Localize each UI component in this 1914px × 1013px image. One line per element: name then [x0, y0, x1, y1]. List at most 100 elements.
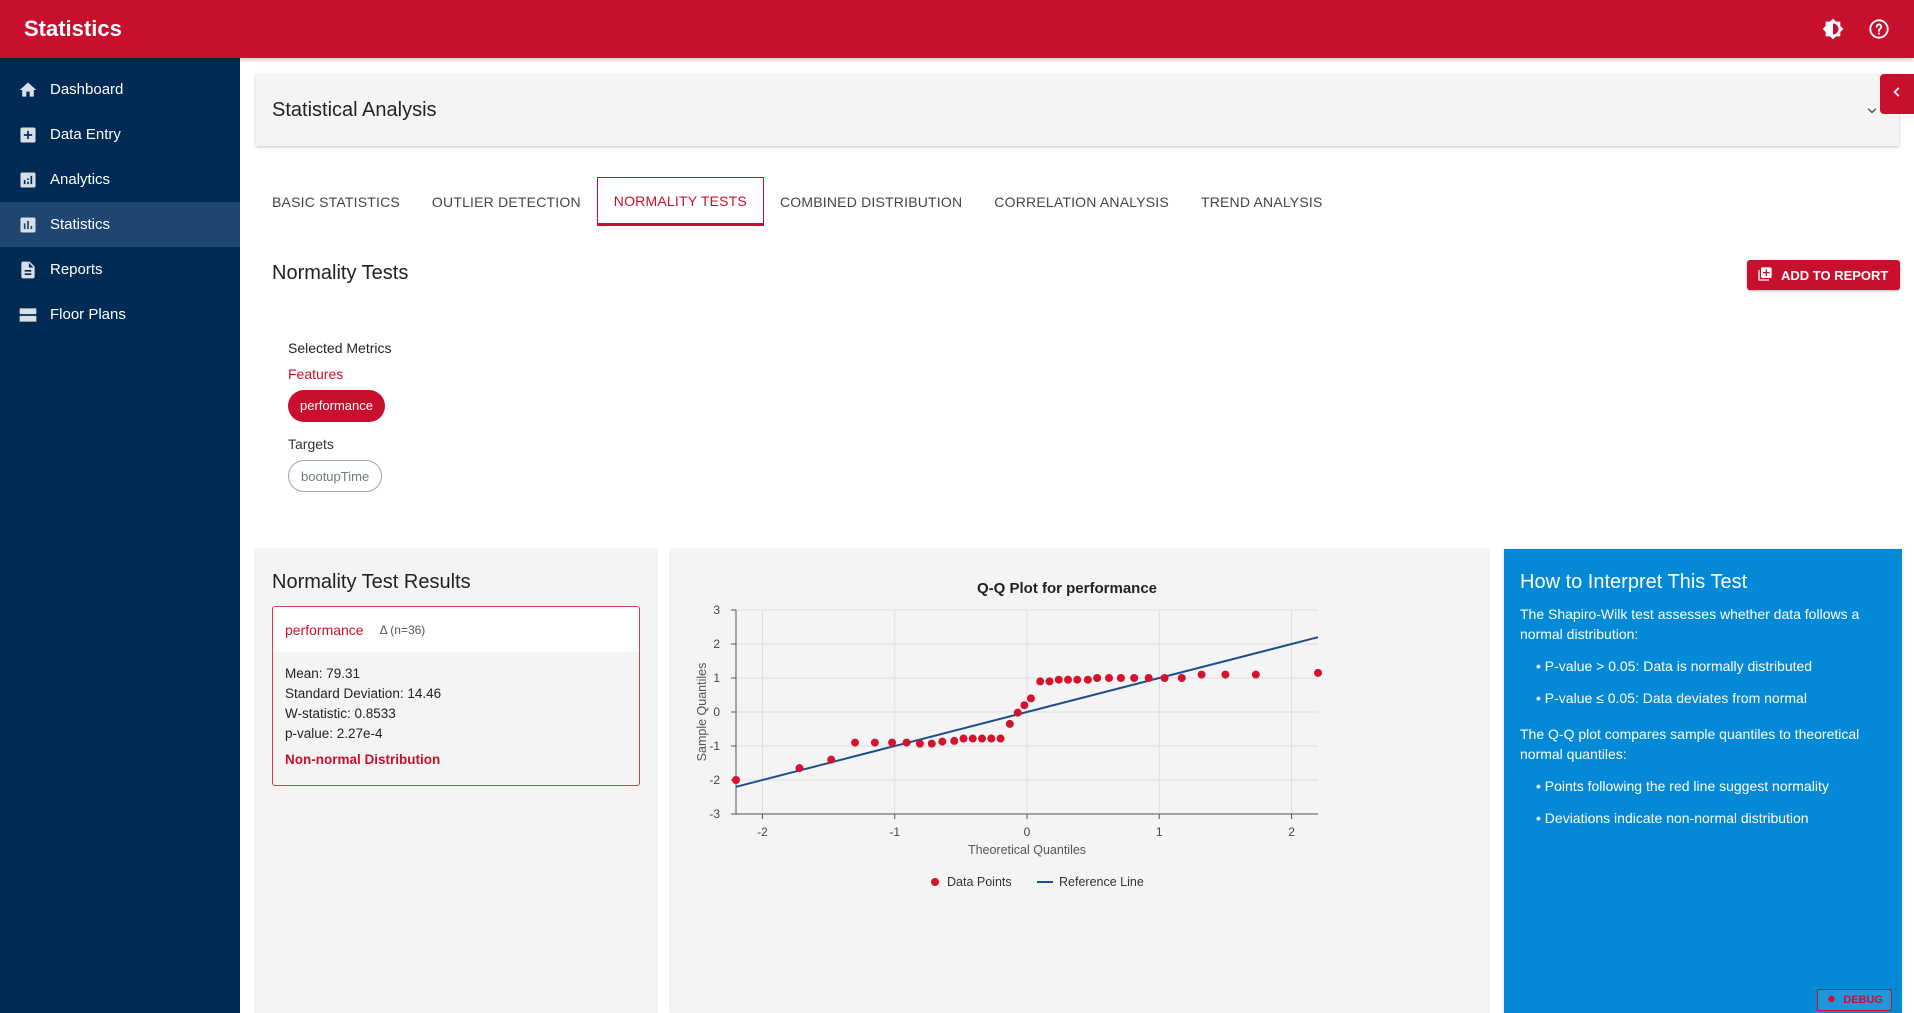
- data-point: [795, 764, 804, 773]
- target-chip-bootuptime[interactable]: bootupTime: [288, 460, 383, 492]
- data-point: [732, 776, 740, 784]
- result-mean: Mean: 79.31: [285, 666, 361, 681]
- result-verdict: Non-normal Distribution: [285, 752, 441, 767]
- data-point: [987, 734, 996, 743]
- add-report-icon: [1757, 266, 1773, 285]
- data-point: [1197, 670, 1206, 679]
- results-title: Normality Test Results: [272, 571, 471, 593]
- floor-plan-icon: [18, 305, 38, 325]
- tab-outlier-detection[interactable]: OUTLIER DETECTION: [416, 177, 597, 226]
- tab-normality-tests[interactable]: NORMALITY TESTS: [596, 177, 764, 226]
- bug-icon: [1826, 993, 1837, 1007]
- data-point: [827, 755, 836, 764]
- x-tick-label: -1: [889, 825, 900, 839]
- targets-label: Targets: [288, 436, 334, 452]
- section-title: Normality Tests: [272, 262, 409, 284]
- y-tick-label: -2: [709, 773, 720, 787]
- y-axis-label: Sample Quantiles: [695, 663, 709, 762]
- info-bullet-deviations: • Deviations indicate non-normal distrib…: [1536, 810, 1809, 826]
- data-point: [902, 738, 911, 747]
- result-w-stat: W-statistic: 0.8533: [285, 706, 396, 721]
- sidebar-item-reports[interactable]: Reports: [0, 247, 240, 292]
- info-bullet-deviates: • P-value ≤ 0.05: Data deviates from nor…: [1536, 690, 1807, 706]
- y-tick-label: 0: [713, 705, 720, 719]
- data-point: [1116, 674, 1125, 682]
- result-stats: Mean: 79.31 Standard Deviation: 14.46 W-…: [273, 652, 639, 744]
- tab-combined-distribution[interactable]: COMBINED DISTRIBUTION: [764, 177, 978, 226]
- sidebar-item-analytics[interactable]: Analytics: [0, 157, 240, 202]
- x-tick-label: 2: [1288, 825, 1295, 839]
- data-point: [978, 734, 987, 743]
- y-tick-label: 3: [713, 603, 720, 617]
- add-to-report-button[interactable]: ADD TO REPORT: [1747, 260, 1901, 290]
- normality-results-card: Normality Test Results performance Δ (n=…: [256, 549, 656, 1013]
- statistical-analysis-accordion[interactable]: Statistical Analysis: [256, 74, 1899, 146]
- data-point: [950, 736, 959, 745]
- tab-correlation-analysis[interactable]: CORRELATION ANALYSIS: [978, 177, 1185, 226]
- data-point: [938, 737, 947, 746]
- collapse-panel-button[interactable]: [1880, 74, 1914, 114]
- data-point: [1013, 708, 1022, 717]
- data-point: [1144, 674, 1153, 682]
- qq-plot-card: Q-Q Plot for performance -2 -1 0 1 2 3 2 1 0 -1 -2 -…: [671, 549, 1488, 1013]
- app-bar: Statistics: [0, 0, 1914, 58]
- data-point: [888, 738, 897, 747]
- feature-chip-performance[interactable]: performance: [288, 390, 385, 422]
- legend-marker-data-points: [931, 878, 939, 886]
- brightness-icon[interactable]: [1818, 14, 1848, 44]
- chevron-left-icon: [1890, 85, 1904, 104]
- data-point: [915, 739, 924, 748]
- tab-trend-analysis[interactable]: TREND ANALYSIS: [1185, 177, 1339, 226]
- x-axis-label: Theoretical Quantiles: [968, 843, 1086, 857]
- add-box-icon: [18, 125, 38, 145]
- result-metric-name: performance: [285, 621, 364, 638]
- sidebar-item-statistics[interactable]: Statistics: [0, 202, 240, 247]
- chart-title: Q-Q Plot for performance: [977, 580, 1157, 597]
- qq-plot: Q-Q Plot for performance -2 -1 0 1 2 3 2 1 0 -1 -2 -…: [695, 580, 1322, 889]
- y-tick-label: 1: [713, 671, 720, 685]
- features-label: Features: [288, 366, 344, 382]
- data-point: [968, 734, 977, 743]
- help-icon[interactable]: [1864, 14, 1894, 44]
- info-intro: The Shapiro-Wilk test assesses whether d…: [1520, 606, 1860, 642]
- info-bullet-following: • Points following the red line suggest …: [1536, 778, 1829, 794]
- result-box-performance: performance Δ (n=36) Mean: 79.31 Standar…: [272, 606, 640, 786]
- sidebar: Dashboard Data Entry Analytics Statistic…: [0, 58, 240, 1013]
- data-point: [1005, 719, 1014, 728]
- y-tick-label: -3: [709, 807, 720, 821]
- data-point: [1130, 674, 1139, 682]
- data-point: [1045, 677, 1054, 686]
- app-bar-actions: [1818, 14, 1894, 44]
- chevron-down-icon[interactable]: [1863, 102, 1881, 125]
- interpretation-card: How to Interpret This Test The Shapiro-W…: [1504, 549, 1902, 1013]
- data-point: [1251, 670, 1260, 679]
- main-content: Statistical Analysis BASIC STATISTICS OU…: [240, 58, 1914, 1013]
- sidebar-item-data-entry[interactable]: Data Entry: [0, 112, 240, 157]
- x-tick-label: -2: [757, 825, 768, 839]
- result-sample-size: Δ (n=36): [379, 622, 426, 637]
- data-point: [851, 738, 860, 747]
- debug-label: DEBUG: [1843, 994, 1883, 1006]
- result-p-value: p-value: 2.27e-4: [285, 726, 383, 741]
- analytics-icon: [18, 170, 38, 190]
- data-point: [959, 734, 968, 743]
- add-to-report-label: ADD TO REPORT: [1781, 267, 1889, 283]
- sidebar-item-label: Reports: [50, 261, 103, 278]
- result-std: Standard Deviation: 14.46: [285, 686, 442, 701]
- analysis-tabs: BASIC STATISTICS OUTLIER DETECTION NORMA…: [256, 177, 1339, 226]
- tab-basic-statistics[interactable]: BASIC STATISTICS: [256, 177, 416, 226]
- data-point: [1026, 694, 1035, 703]
- app-title: Statistics: [24, 16, 122, 41]
- data-point: [870, 738, 879, 747]
- info-bullet-normal: • P-value > 0.05: Data is normally distr…: [1536, 658, 1813, 674]
- data-point: [927, 739, 936, 748]
- selected-metrics-title: Selected Metrics: [288, 340, 392, 356]
- sidebar-item-label: Dashboard: [50, 81, 124, 98]
- sidebar-item-dashboard[interactable]: Dashboard: [0, 67, 240, 112]
- sidebar-item-floor-plans[interactable]: Floor Plans: [0, 292, 240, 337]
- bar-chart-icon: [18, 215, 38, 235]
- y-tick-label: -1: [709, 739, 720, 753]
- info-qq-intro: The Q-Q plot compares sample quantiles t…: [1520, 726, 1860, 762]
- data-point: [1036, 677, 1045, 686]
- debug-button[interactable]: DEBUG: [1817, 989, 1892, 1011]
